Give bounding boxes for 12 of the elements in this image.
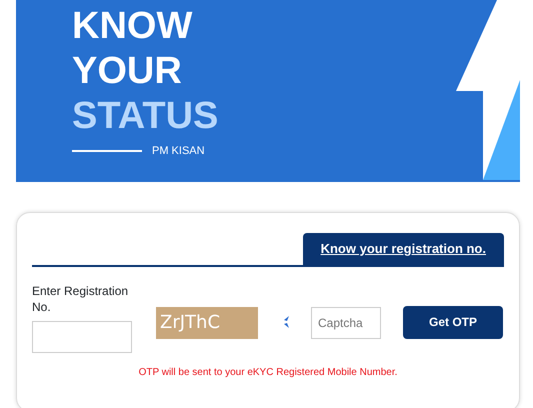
- captcha-field[interactable]: Captcha: [311, 306, 381, 338]
- otp-notice: OTP will be sent to your eKYC Registered Mobile Number.: [138, 366, 398, 380]
- banner-title: YOUR: [72, 49, 183, 94]
- registration-lookup-link[interactable]: Know your registration no.: [302, 233, 504, 264]
- refresh-icon[interactable]: [284, 316, 289, 328]
- banner-subtitle: PM KISAN: [152, 144, 205, 159]
- get-otp-button[interactable]: Get OTP: [403, 306, 503, 338]
- field-label: Enter Registration No.: [32, 282, 130, 314]
- registration-field[interactable]: [32, 320, 132, 352]
- captcha-image: ZrJThC: [156, 306, 258, 338]
- banner-title: KNOW: [72, 4, 194, 49]
- banner-title: STATUS: [72, 94, 218, 139]
